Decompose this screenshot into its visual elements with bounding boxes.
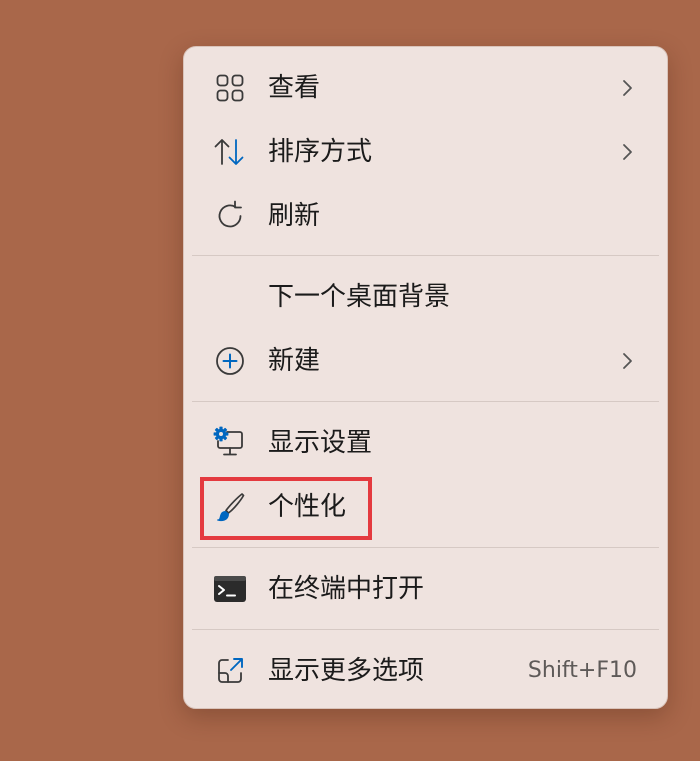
- display-settings-icon: [212, 425, 248, 461]
- menu-separator: [192, 255, 659, 256]
- menu-item-new[interactable]: 新建: [192, 333, 659, 389]
- sort-arrows-icon: [212, 134, 248, 170]
- menu-item-next-background[interactable]: 下一个桌面背景: [192, 269, 659, 325]
- open-external-icon: [212, 653, 248, 689]
- menu-item-refresh[interactable]: 刷新: [192, 188, 659, 244]
- menu-item-display-settings-label: 显示设置: [268, 428, 373, 458]
- menu-item-personalize[interactable]: 个性化: [192, 479, 659, 535]
- menu-item-refresh-label: 刷新: [268, 201, 321, 231]
- menu-item-show-more-options[interactable]: 显示更多选项 Shift+F10: [192, 643, 659, 699]
- chevron-right-icon: [615, 140, 639, 164]
- menu-item-new-label: 新建: [268, 346, 321, 376]
- menu-item-display-settings[interactable]: 显示设置: [192, 415, 659, 471]
- menu-item-open-terminal-label: 在终端中打开: [268, 574, 425, 604]
- menu-separator: [192, 401, 659, 402]
- menu-separator: [192, 547, 659, 548]
- menu-item-sort[interactable]: 排序方式: [192, 124, 659, 180]
- menu-separator: [192, 629, 659, 630]
- menu-item-view-label: 查看: [268, 73, 321, 103]
- refresh-icon: [212, 198, 248, 234]
- menu-item-sort-label: 排序方式: [268, 137, 373, 167]
- brush-icon: [212, 489, 248, 525]
- terminal-icon: [212, 571, 248, 607]
- grid-view-icon: [212, 70, 248, 106]
- menu-item-open-terminal[interactable]: 在终端中打开: [192, 561, 659, 617]
- context-menu: 查看 排序方式 刷新 下一个桌面背景 新建 显示设置 个性化 在终端中打开 显示…: [183, 46, 668, 709]
- menu-item-next-background-label: 下一个桌面背景: [268, 282, 451, 312]
- menu-item-view[interactable]: 查看: [192, 60, 659, 116]
- shortcut-label: Shift+F10: [527, 658, 637, 683]
- plus-circle-icon: [212, 343, 248, 379]
- chevron-right-icon: [615, 349, 639, 373]
- chevron-right-icon: [615, 76, 639, 100]
- menu-item-personalize-label: 个性化: [268, 492, 347, 522]
- menu-item-show-more-options-label: 显示更多选项: [268, 656, 425, 686]
